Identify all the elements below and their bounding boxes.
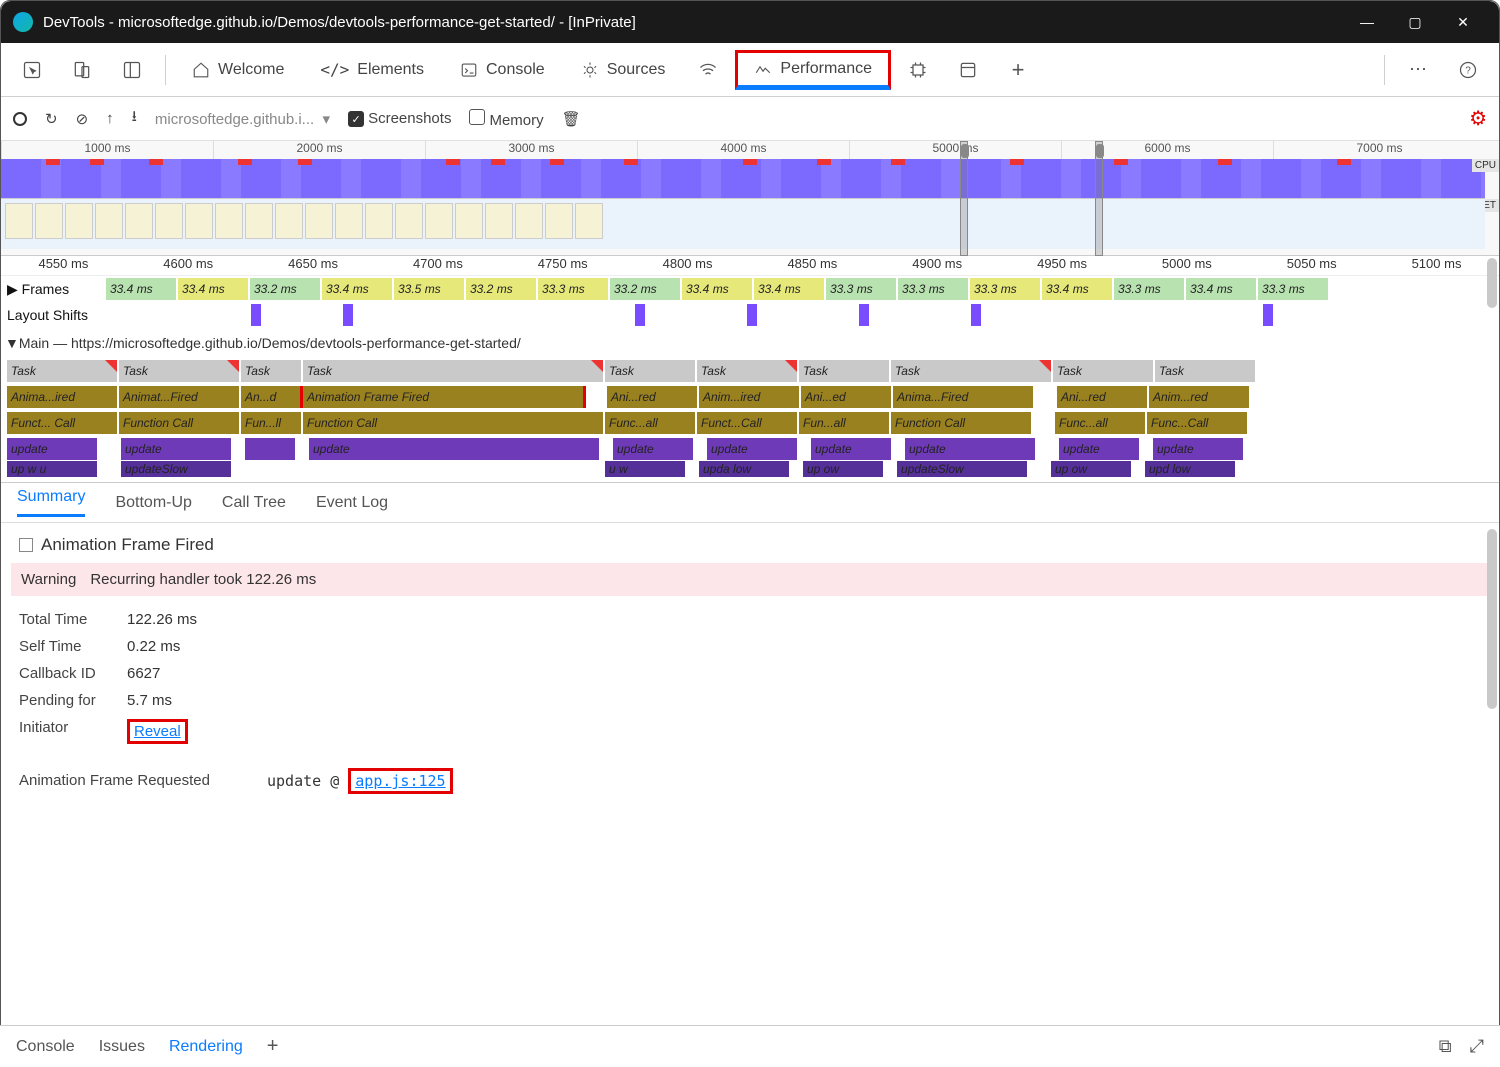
source-link[interactable]: app.js:125 [355,772,445,790]
update-row[interactable]: update update update update update updat… [1,436,1499,462]
tab-performance[interactable]: Performance [735,50,891,90]
add-tab-icon[interactable]: + [995,50,1041,90]
application-icon[interactable] [945,50,991,90]
frames-track[interactable]: ▶ Frames 33.4 ms33.4 ms33.2 ms33.4 ms33.… [1,276,1499,302]
overview-ticks: 1000 ms2000 ms3000 ms4000 ms5000 ms6000 … [1,141,1485,159]
self-time-value: 0.22 ms [127,638,180,655]
updateslow-row[interactable]: up w u updateSlow u w upda low up ow upd… [1,462,1499,482]
initiator-reveal-link[interactable]: Reveal [134,723,181,740]
help-icon[interactable]: ? [1445,50,1491,90]
overview-long-tasks [1,159,1485,167]
total-time-value: 122.26 ms [127,611,197,628]
network-conditions-icon[interactable] [685,50,731,90]
settings-icon[interactable]: ⚙ [1469,106,1487,131]
selected-event: Animation Frame Fired [303,386,583,408]
range-handle-right[interactable] [1095,141,1103,256]
drawer-tabs: Console Issues Rendering + ⧉ ⤢ [0,1025,1500,1067]
tab-console[interactable]: Console [444,50,561,90]
tab-sources[interactable]: Sources [565,50,682,90]
window-titlebar: DevTools - microsoftedge.github.io/Demos… [1,1,1499,43]
window-title: DevTools - microsoftedge.github.io/Demos… [43,14,1343,31]
record-button[interactable] [13,112,27,126]
svg-text:?: ? [1465,65,1471,76]
event-color-swatch [19,538,33,552]
edge-devtools-icon [13,12,33,32]
flame-scrollbar[interactable] [1487,258,1497,308]
overview-timeline[interactable]: 1000 ms2000 ms3000 ms4000 ms5000 ms6000 … [1,141,1499,256]
summary-panel: Animation Frame Fired WarningRecurring h… [1,523,1499,893]
task-row[interactable]: Task Task Task Task Task Task Task Task … [1,358,1499,384]
warning-row: WarningRecurring handler took 122.26 ms [11,563,1489,596]
drawer-tab-issues[interactable]: Issues [99,1038,145,1056]
cpu-label: CPU [1472,159,1499,172]
tab-bottom-up[interactable]: Bottom-Up [115,494,191,512]
dock-icon[interactable] [109,50,155,90]
more-icon[interactable]: ⋯ [1395,50,1441,90]
recording-selector[interactable]: microsoftedge.github.i... ▾ [155,110,330,128]
clear-button[interactable]: ⊘ [76,110,89,128]
flame-ticks: 4550 ms4600 ms4650 ms4700 ms4750 ms4800 … [1,256,1499,276]
details-tabs: Summary Bottom-Up Call Tree Event Log [1,483,1499,523]
overview-screenshots [1,199,1485,249]
tab-elements[interactable]: </>Elements [304,50,440,90]
download-button[interactable]: ⭳ [132,106,137,131]
tab-event-log[interactable]: Event Log [316,494,388,512]
details-scrollbar[interactable] [1487,529,1497,709]
drawer-tab-rendering[interactable]: Rendering [169,1038,243,1056]
drawer-add-tab[interactable]: + [267,1035,279,1058]
main-track-header[interactable]: ▼ Main — https://microsoftedge.github.io… [1,328,1499,358]
computed-styles-icon[interactable]: ⧉ [1439,1036,1452,1057]
performance-toolbar: ↻ ⊘ ↑ ⭳ microsoftedge.github.i... ▾ ✓Scr… [1,97,1499,141]
flame-chart[interactable]: 4550 ms4600 ms4650 ms4700 ms4750 ms4800 … [1,256,1499,483]
drawer-toggle-icon[interactable]: ⤢ [1470,1036,1484,1057]
memory-checkbox[interactable]: Memory [469,109,543,129]
upload-button[interactable]: ↑ [106,110,114,127]
animation-frame-row[interactable]: Anima...ired Animat...Fired An...d Anima… [1,384,1499,410]
callback-id-value: 6627 [127,665,160,682]
reload-record-button[interactable]: ↻ [45,110,58,128]
tab-call-tree[interactable]: Call Tree [222,494,286,512]
minimize-button[interactable]: — [1343,14,1391,30]
device-toggle-icon[interactable] [59,50,105,90]
inspect-icon[interactable] [9,50,55,90]
event-heading: Animation Frame Fired [19,535,1481,555]
drawer-tab-console[interactable]: Console [16,1038,75,1056]
layout-shifts-track[interactable]: Layout Shifts [1,302,1499,328]
tab-welcome[interactable]: Welcome [176,50,300,90]
panel-tabstrip: Welcome </>Elements Console Sources Perf… [1,43,1499,97]
pending-value: 5.7 ms [127,692,172,709]
stack-frame: update @ app.js:125 [267,772,453,790]
maximize-button[interactable]: ▢ [1391,14,1439,31]
range-handle-left[interactable] [960,141,968,256]
memory-icon[interactable] [895,50,941,90]
function-call-row[interactable]: Funct... Call Function Call Fun...ll Fun… [1,410,1499,436]
close-button[interactable]: ✕ [1439,14,1487,31]
delete-button[interactable]: 🗑 [562,110,581,128]
tab-summary[interactable]: Summary [17,488,85,517]
screenshots-checkbox[interactable]: ✓Screenshots [348,110,451,128]
